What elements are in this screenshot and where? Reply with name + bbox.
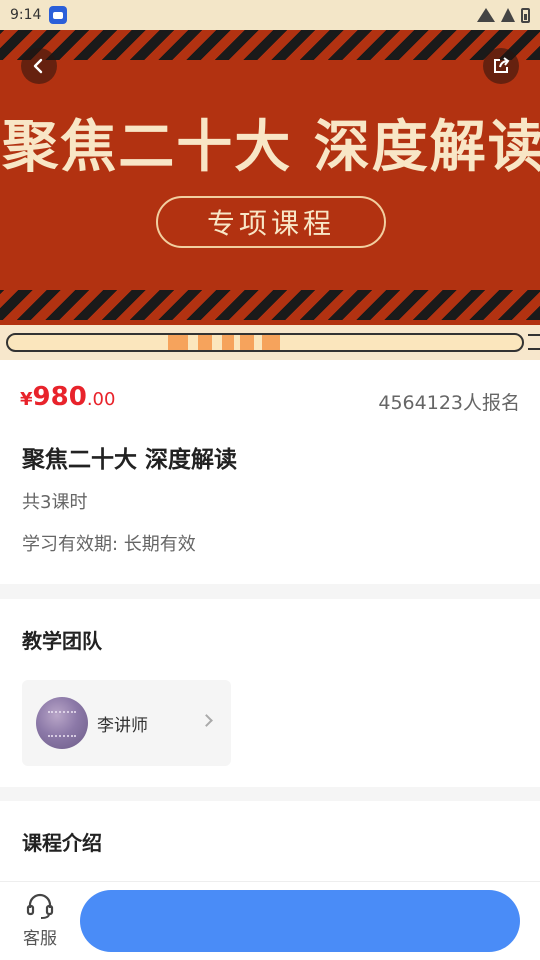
course-intro-card: 课程介绍 (0, 801, 540, 881)
chevron-left-icon (33, 58, 43, 74)
course-price: ¥ 980 .00 (20, 382, 115, 412)
status-icons (477, 7, 530, 23)
banner-decor-end (528, 334, 540, 350)
chevron-right-icon (200, 714, 213, 727)
back-button[interactable] (21, 48, 57, 84)
status-bar: 9:14 (0, 0, 540, 30)
price-integer: 980 (32, 382, 87, 412)
avatar (36, 697, 88, 749)
cell-signal-icon (501, 8, 515, 22)
course-info-card: ¥ 980 .00 4564123人报名 聚焦二十大 深度解读 共3课时 学习有… (0, 360, 540, 584)
hazard-stripe-top (0, 30, 540, 60)
banner-pill-label: 专项课程 (156, 196, 386, 248)
teacher-name: 李讲师 (97, 715, 148, 736)
bottom-action-bar: 客服 (0, 881, 540, 960)
validity-period: 学习有效期: 长期有效 (22, 534, 196, 555)
banner-title: 聚焦二十大 深度解读 (2, 115, 540, 180)
app-notification-icon (49, 6, 68, 24)
customer-service-button[interactable]: 客服 (10, 892, 70, 949)
service-label: 客服 (23, 929, 57, 949)
teaching-team-card: 教学团队 李讲师 (0, 599, 540, 787)
course-banner: 聚焦二十大 深度解读 专项课程 (0, 30, 540, 360)
team-section-title: 教学团队 (22, 629, 102, 653)
price-decimal: .00 (86, 389, 116, 410)
battery-icon (521, 7, 530, 23)
share-button[interactable] (483, 48, 519, 84)
lesson-count: 共3课时 (22, 492, 88, 513)
status-time: 9:14 (10, 7, 42, 23)
banner-decor-bar (6, 333, 524, 352)
share-icon (494, 57, 510, 73)
teacher-item[interactable]: 李讲师 (22, 680, 231, 766)
enroll-button[interactable] (80, 890, 520, 952)
hazard-stripe-bottom (0, 290, 540, 320)
price-currency: ¥ (20, 389, 33, 410)
enroll-count: 4564123人报名 (378, 392, 520, 414)
intro-section-title: 课程介绍 (22, 831, 102, 855)
headset-icon (26, 893, 54, 919)
course-title: 聚焦二十大 深度解读 (22, 447, 238, 473)
wifi-icon (477, 8, 495, 22)
